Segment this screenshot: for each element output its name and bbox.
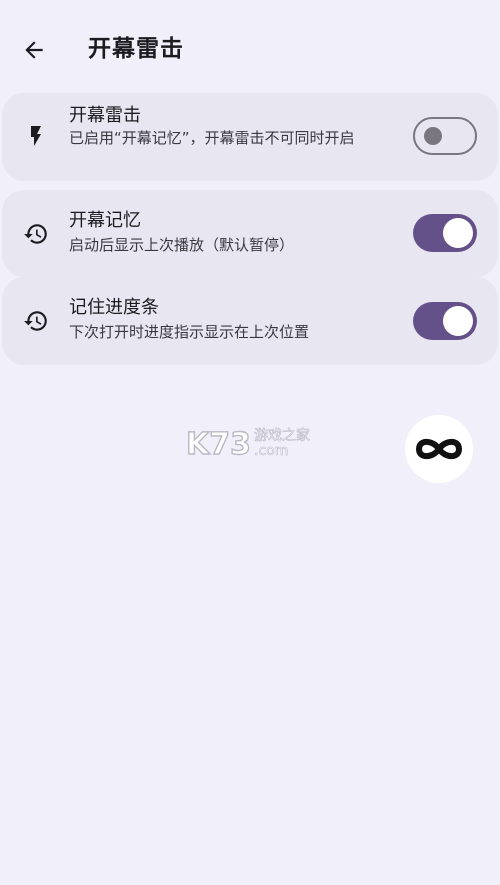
back-button[interactable] bbox=[14, 30, 54, 70]
setting-description: 下次打开时进度指示显示在上次位置 bbox=[69, 323, 310, 341]
opening-memory-toggle[interactable] bbox=[413, 214, 477, 252]
watermark-logo: K73 游戏之家 .com bbox=[185, 424, 316, 462]
opening-strike-toggle[interactable] bbox=[413, 117, 477, 155]
setting-title: 开幕记忆 bbox=[69, 210, 141, 231]
setting-item-opening-strike[interactable]: 开幕雷击 已启用“开幕记忆”，开幕雷击不可同时开启 bbox=[2, 93, 498, 181]
toggle-knob bbox=[443, 218, 473, 248]
setting-title: 开幕雷击 bbox=[69, 105, 141, 126]
history-icon bbox=[22, 307, 50, 335]
setting-item-opening-memory[interactable]: 开幕记忆 启动后显示上次播放（默认暂停） bbox=[2, 190, 498, 277]
arrow-back-icon bbox=[25, 41, 43, 59]
flash-icon bbox=[22, 122, 50, 150]
watermark-logo-text: K73 bbox=[186, 427, 251, 460]
floating-infinity-button[interactable] bbox=[405, 415, 473, 483]
toggle-knob bbox=[424, 127, 442, 145]
page-title: 开幕雷击 bbox=[88, 36, 184, 62]
toggle-knob bbox=[443, 306, 473, 336]
remember-progress-toggle[interactable] bbox=[413, 302, 477, 340]
setting-description: 已启用“开幕记忆”，开幕雷击不可同时开启 bbox=[69, 129, 355, 147]
setting-title: 记住进度条 bbox=[69, 297, 159, 318]
top-app-bar: 开幕雷击 bbox=[0, 0, 500, 96]
watermark-domain: .com bbox=[254, 443, 288, 459]
history-icon bbox=[22, 220, 50, 248]
setting-item-remember-progress[interactable]: 记住进度条 下次打开时进度指示显示在上次位置 bbox=[2, 277, 498, 365]
setting-description: 启动后显示上次播放（默认暂停） bbox=[69, 236, 295, 254]
infinity-icon bbox=[416, 438, 462, 460]
watermark-cn-text: 游戏之家 bbox=[254, 427, 310, 444]
